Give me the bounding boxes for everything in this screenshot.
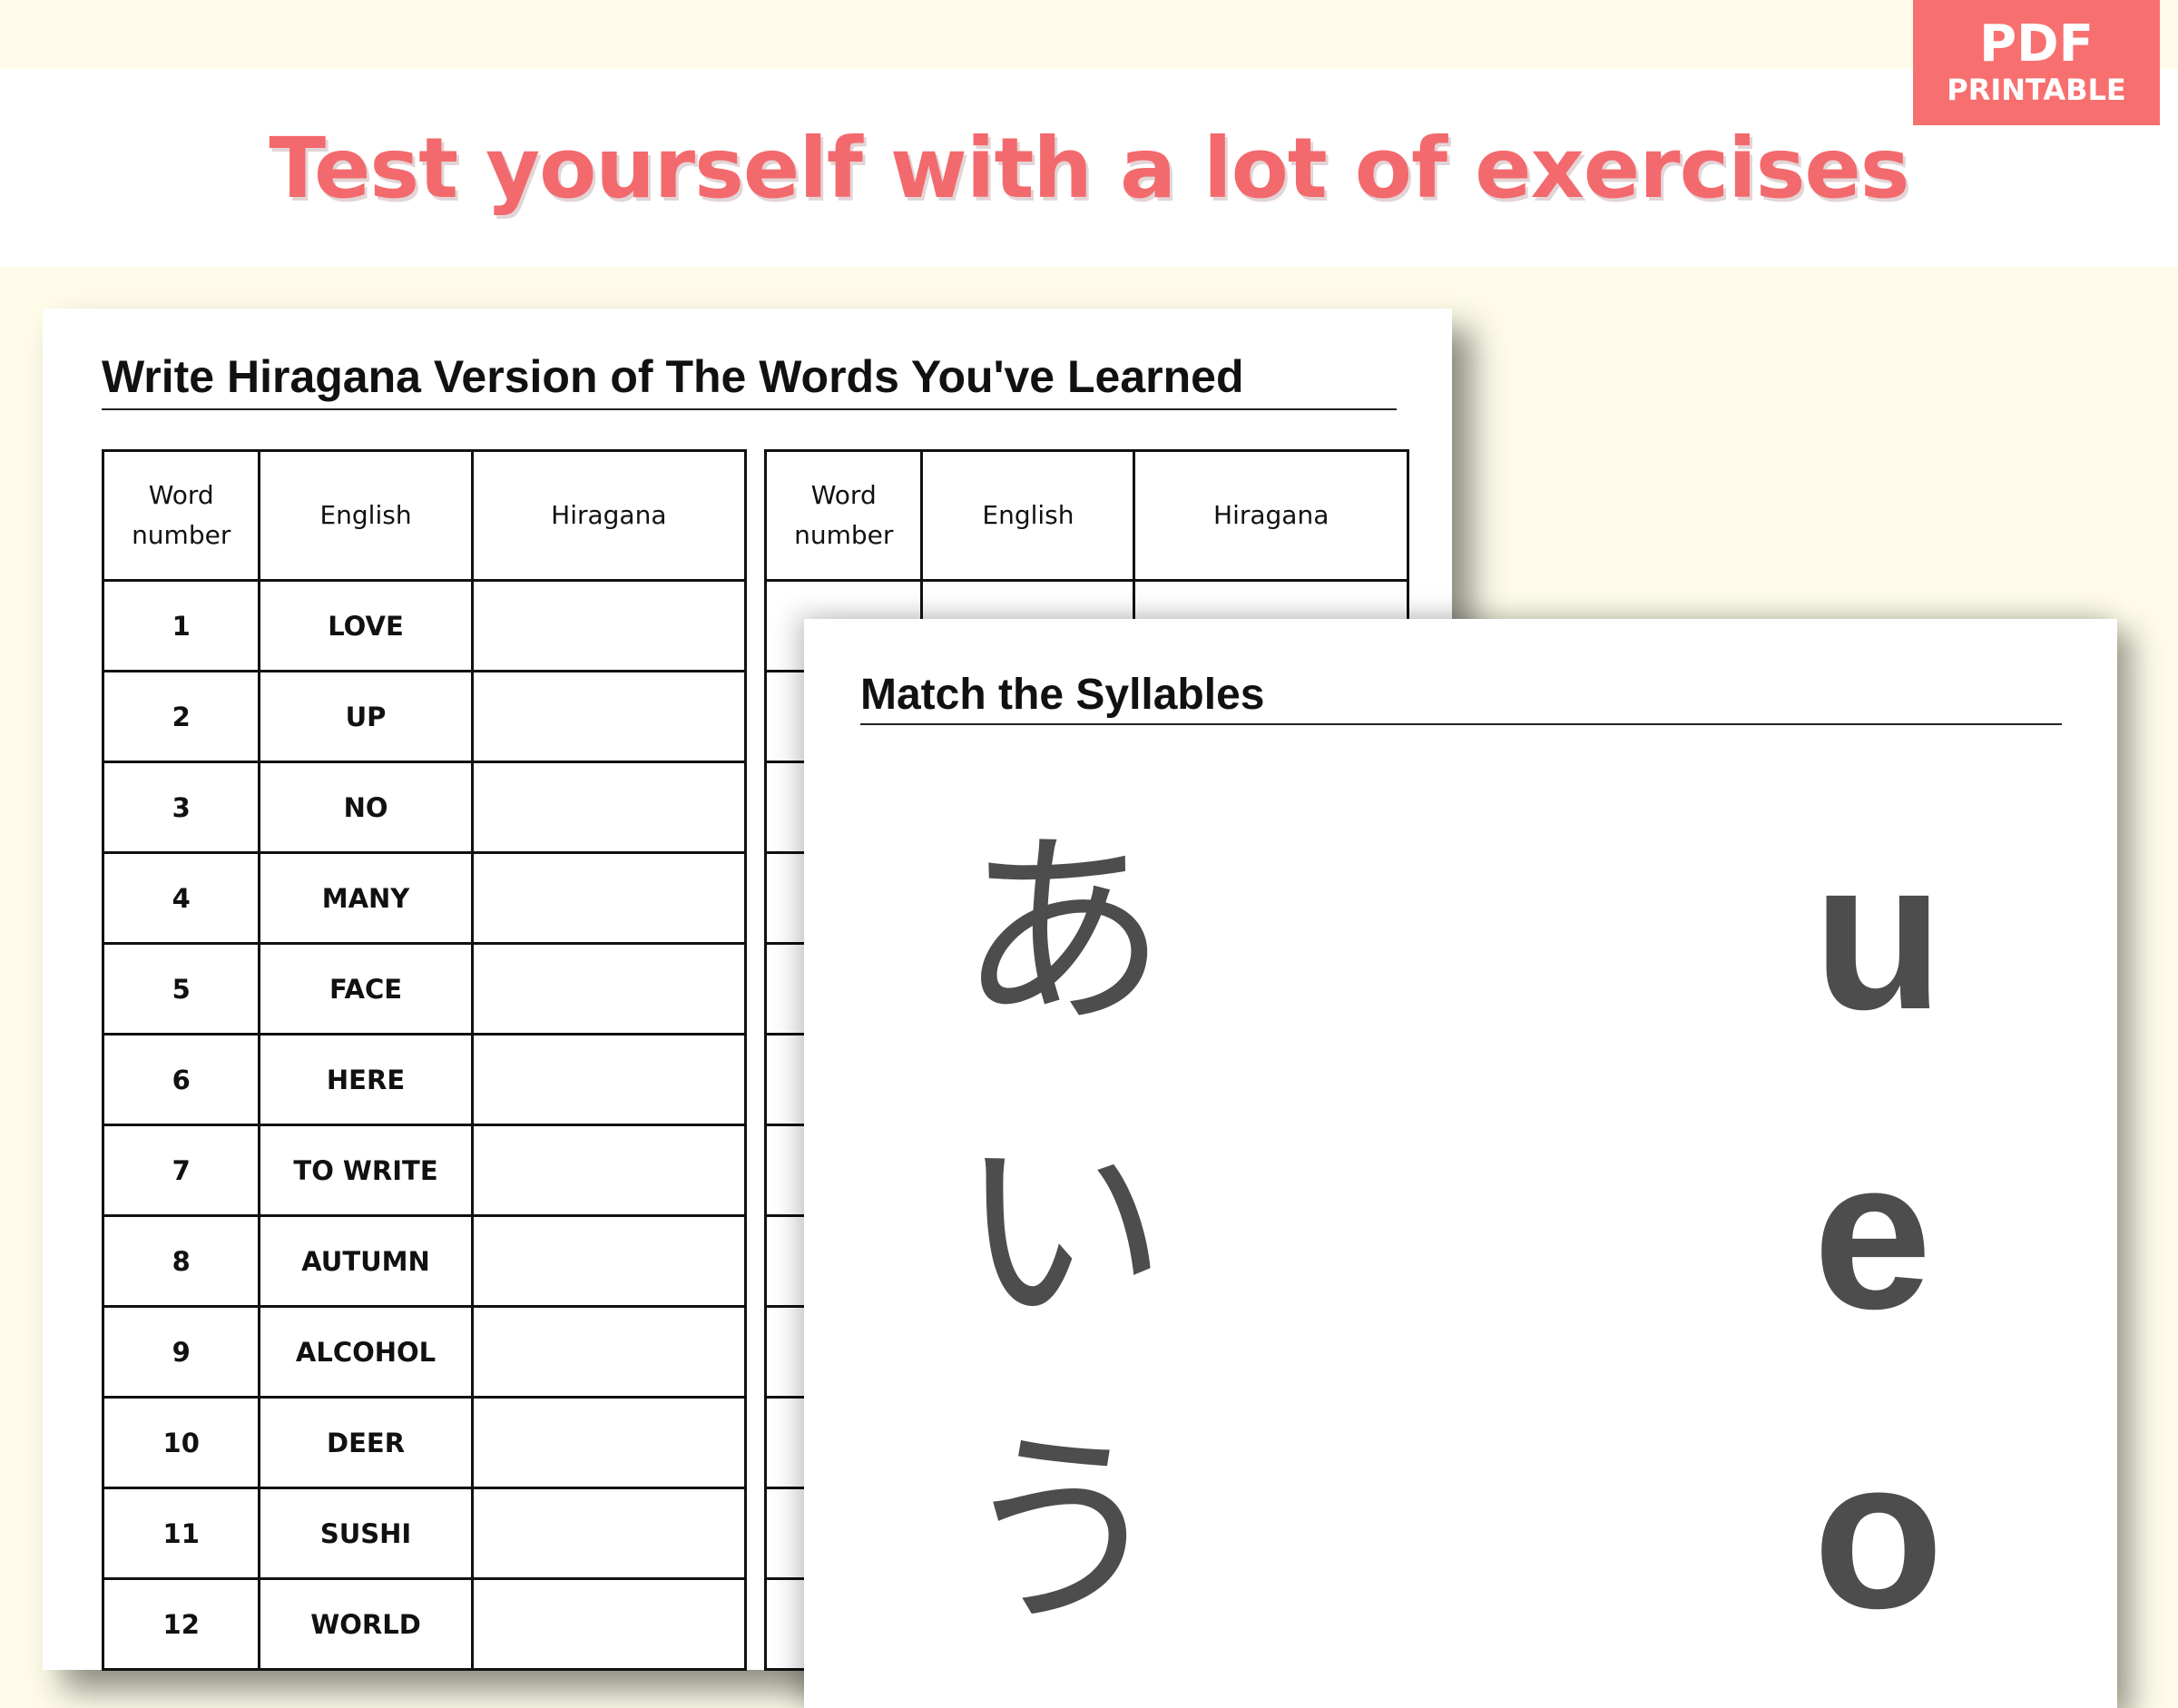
english-word-cell: LOVE <box>258 579 474 672</box>
english-word-cell: UP <box>258 670 474 763</box>
hiragana-answer-cell[interactable] <box>470 942 748 1036</box>
hiragana-syllable[interactable]: い <box>958 1129 1167 1338</box>
english-word-cell: ALCOHOL <box>258 1305 474 1399</box>
hiragana-answer-cell[interactable] <box>470 1305 748 1399</box>
english-word-cell: AUTUMN <box>258 1214 474 1308</box>
table-row: 7 TO WRITE <box>101 1124 748 1217</box>
hiragana-answer-cell[interactable] <box>470 1214 748 1308</box>
hiragana-answer-cell[interactable] <box>470 851 748 945</box>
table-row: 9 ALCOHOL <box>101 1305 748 1399</box>
romaji-syllable[interactable]: e <box>1813 1127 1932 1340</box>
hiragana-answer-cell[interactable] <box>470 670 748 763</box>
hiragana-answer-cell[interactable] <box>470 1033 748 1126</box>
hiragana-answer-cell[interactable] <box>470 1396 748 1489</box>
word-number-cell: 4 <box>101 851 261 945</box>
word-number-cell: 11 <box>101 1487 261 1580</box>
table-header-row: Word number English Hiragana <box>101 449 748 582</box>
english-word-cell: FACE <box>258 942 474 1036</box>
worksheet-title: Match the Syllables <box>860 670 2062 725</box>
word-number-cell: 9 <box>101 1305 261 1399</box>
word-number-cell: 3 <box>101 761 261 854</box>
worksheet-match-syllables: Match the Syllables あ い う u e o <box>804 619 2117 1708</box>
english-word-cell: HERE <box>258 1033 474 1126</box>
column-header-hiragana: Hiragana <box>470 449 748 582</box>
hiragana-answer-cell[interactable] <box>470 1124 748 1217</box>
badge-printable-label: PRINTABLE <box>1947 73 2126 107</box>
english-word-cell: TO WRITE <box>258 1124 474 1217</box>
english-word-cell: MANY <box>258 851 474 945</box>
word-table-body: 1 LOVE 2 UP 3 NO 4 MANY 5 FACE 6 HERE 7 TO WRITE 8 AUTU… <box>101 579 748 1671</box>
column-header-word-number: Word number <box>763 449 924 582</box>
table-row: 2 UP <box>101 670 748 763</box>
english-word-cell: SUSHI <box>258 1487 474 1580</box>
english-word-cell: DEER <box>258 1396 474 1489</box>
table-row: 12 WORLD <box>101 1577 748 1671</box>
hiragana-answer-cell[interactable] <box>470 1487 748 1580</box>
hiragana-syllable[interactable]: あ <box>958 829 1167 1038</box>
english-word-cell: NO <box>258 761 474 854</box>
table-row: 6 HERE <box>101 1033 748 1126</box>
word-table-left: Word number English Hiragana 1 LOVE 2 UP 3 NO 4… <box>101 449 748 1671</box>
hiragana-answer-cell[interactable] <box>470 761 748 854</box>
word-number-cell: 2 <box>101 670 261 763</box>
word-number-cell: 6 <box>101 1033 261 1126</box>
page-headline: Test yourself with a lot of exercises <box>269 119 1909 217</box>
hiragana-answer-cell[interactable] <box>470 1577 748 1671</box>
table-row: 8 AUTUMN <box>101 1214 748 1308</box>
table-row: 4 MANY <box>101 851 748 945</box>
pdf-printable-badge: PDF PRINTABLE <box>1913 0 2160 125</box>
english-word-cell: WORLD <box>258 1577 474 1671</box>
word-number-cell: 1 <box>101 579 261 672</box>
hiragana-syllable[interactable]: う <box>958 1428 1167 1637</box>
table-row: 5 FACE <box>101 942 748 1036</box>
table-row: 1 LOVE <box>101 579 748 672</box>
table-row: 3 NO <box>101 761 748 854</box>
column-header-hiragana: Hiragana <box>1133 449 1409 582</box>
column-header-english: English <box>258 449 474 582</box>
table-row: 10 DEER <box>101 1396 748 1489</box>
worksheet-title: Write Hiragana Version of The Words You'… <box>102 350 1397 410</box>
word-number-cell: 7 <box>101 1124 261 1217</box>
hiragana-answer-cell[interactable] <box>470 579 748 672</box>
table-row: 11 SUSHI <box>101 1487 748 1580</box>
word-number-cell: 12 <box>101 1577 261 1671</box>
column-header-english: English <box>920 449 1136 582</box>
romaji-syllable[interactable]: o <box>1813 1427 1944 1640</box>
word-number-cell: 5 <box>101 942 261 1036</box>
badge-pdf-label: PDF <box>1979 15 2094 74</box>
table-header-row: Word number English Hiragana <box>763 449 1409 582</box>
column-header-word-number: Word number <box>101 449 261 582</box>
romaji-syllable[interactable]: u <box>1813 828 1944 1041</box>
word-number-cell: 10 <box>101 1396 261 1489</box>
word-number-cell: 8 <box>101 1214 261 1308</box>
